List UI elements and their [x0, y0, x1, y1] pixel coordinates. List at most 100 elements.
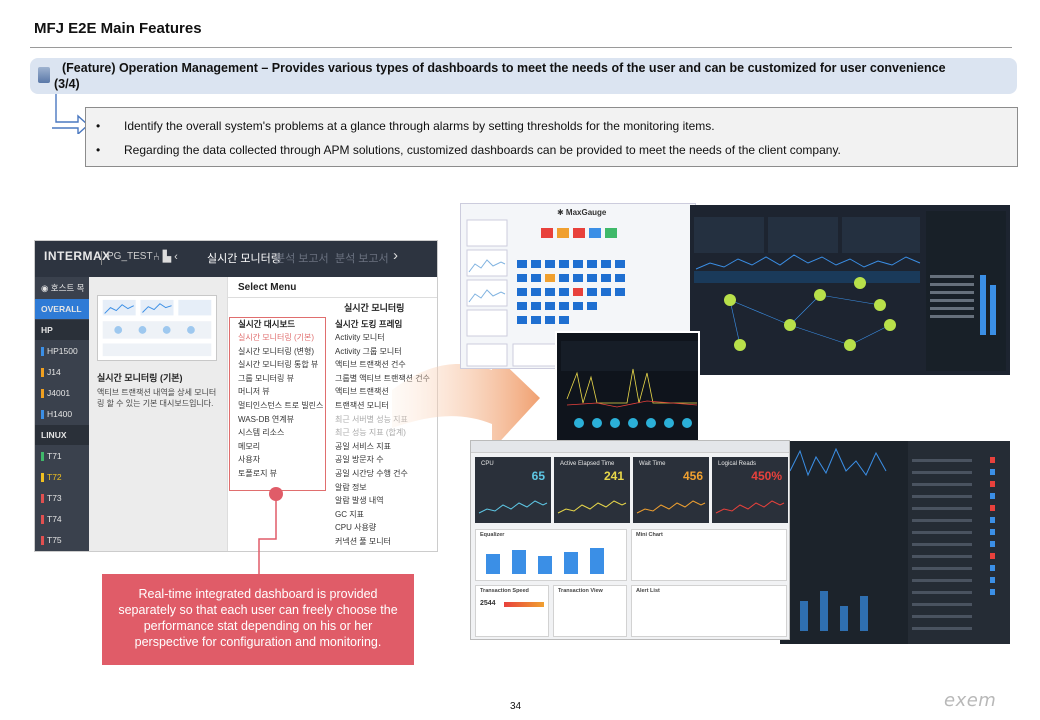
dashboard-thumbnail[interactable]	[97, 295, 217, 361]
dashboard-panel: Alert List	[631, 585, 787, 637]
menu-item[interactable]: 커넥션 풀 모니터	[335, 536, 391, 547]
status-marker	[41, 347, 44, 357]
alert-list-art	[780, 441, 1010, 644]
realtime-dashboard-screenshot: CPU 65 Active Elapsed Time 241 Wait Time 456 L…	[470, 440, 790, 640]
metric-tile-label: Wait Time	[639, 461, 666, 467]
bullet-box: • Identify the overall system's problems…	[85, 107, 1018, 167]
sidebar-item-label: HP	[41, 325, 53, 335]
equalizer-bar	[590, 548, 604, 574]
dashboard-panel-title: Transaction View	[558, 588, 603, 594]
metric-sparkline	[557, 500, 627, 514]
sidebar-item[interactable]: T72	[35, 467, 89, 487]
metric-tile-value: 65	[531, 469, 545, 483]
app-topbar: INTERMAX PG_TEST ⑃ ▙ ‹ 실시간 모니터링 분석 보고서 분…	[35, 241, 437, 277]
status-marker	[41, 410, 44, 420]
page-title: MFJ E2E Main Features	[34, 20, 202, 37]
feature-text: (Feature) Operation Management – Provide…	[54, 61, 946, 91]
sidebar-item[interactable]: T74	[35, 509, 89, 529]
dashboard-panel-title: Equalizer	[480, 532, 505, 538]
title-rule	[30, 47, 1012, 48]
page-number: 34	[510, 701, 522, 712]
tab-report-2[interactable]: 분석 보고서	[335, 250, 389, 266]
status-marker	[41, 494, 44, 504]
menu-col2-head: 실시간 도킹 프레임	[335, 319, 403, 329]
dashboard-card-area: 실시간 모니터링 (기본) 액티브 트랜잭션 내역을 상세 모니터링 할 수 있…	[89, 277, 227, 551]
sidebar-item-label: OVERALL	[41, 304, 82, 314]
dark-monitor-screenshot	[555, 331, 700, 445]
menu-item[interactable]: 공일 서비스 지표	[335, 441, 391, 452]
alert-list-screenshot	[780, 441, 1010, 644]
highlight-box	[229, 317, 326, 491]
card-title: 실시간 모니터링 (기본)	[97, 373, 183, 383]
metric-sparkline	[636, 500, 706, 514]
metric-tile-label: CPU	[481, 461, 494, 467]
intermax-screenshot: INTERMAX PG_TEST ⑃ ▙ ‹ 실시간 모니터링 분석 보고서 분…	[34, 240, 438, 552]
dashboard-panel: Equalizer	[475, 529, 627, 581]
sidebar-item[interactable]: HP1500	[35, 341, 89, 361]
sidebar-item[interactable]: T73	[35, 488, 89, 508]
sidebar-item[interactable]: T75	[35, 530, 89, 550]
dashboard-tab-strip	[471, 441, 789, 453]
status-marker	[41, 515, 44, 525]
menu-item[interactable]: 공일 시간당 수행 건수	[335, 468, 408, 479]
menu-item[interactable]: 알람 정보	[335, 482, 367, 493]
metric-sparkline	[478, 500, 548, 514]
status-marker	[41, 473, 44, 483]
sidebar-item-label: T74	[47, 514, 62, 524]
menu-item[interactable]: Activity 모니터	[335, 332, 385, 343]
dashboard-panel: Transaction View	[553, 585, 627, 637]
speed-bar	[504, 602, 544, 607]
menu-item[interactable]: 공일 방문자 수	[335, 454, 384, 465]
tab-report-1[interactable]: 분석 보고서	[275, 250, 329, 266]
metric-tile-label: Active Elapsed Time	[560, 461, 615, 467]
toolbar-icons[interactable]: ⑃ ▙ ‹	[153, 250, 178, 263]
equalizer-bar	[486, 554, 500, 574]
feature-bar: (Feature) Operation Management – Provide…	[30, 58, 1017, 94]
bullet-text-2: Regarding the data collected through APM…	[124, 143, 841, 157]
sidebar-item[interactable]: HP	[35, 320, 89, 340]
sidebar-item[interactable]: ◉ 호스트 목	[35, 278, 89, 298]
metric-tile: Logical Reads 450%	[712, 457, 788, 523]
metric-tile-value: 241	[603, 469, 624, 483]
menu-item[interactable]: 알람 발생 내역	[335, 495, 384, 506]
sidebar-item-label: HP1500	[47, 346, 78, 356]
topbar-separator	[101, 251, 102, 265]
sidebar-item[interactable]: J14	[35, 362, 89, 382]
menu-item[interactable]: 액티브 트랜잭션	[335, 386, 389, 397]
host-sidebar: ◉ 호스트 목 OVERALL HP HP1500 J14 J4001 H1400 LINUX…	[35, 277, 89, 551]
server-tab[interactable]: PG_TEST	[107, 251, 153, 262]
menu-item[interactable]: 트랜잭션 모니터	[335, 400, 389, 411]
sidebar-item-label: LINUX	[41, 430, 67, 440]
sidebar-item-label: T73	[47, 493, 62, 503]
bullet-text-1: Identify the overall system's problems a…	[124, 119, 715, 133]
sidebar-item-label: H1400	[47, 409, 73, 419]
metric-sparkline	[715, 500, 785, 514]
sidebar-item-label: J4001	[47, 388, 71, 398]
chevron-right-icon[interactable]: ›	[393, 247, 398, 264]
bullet-dot: •	[96, 143, 101, 157]
topology-dashboard-art	[694, 211, 1006, 371]
equalizer-bar	[512, 550, 526, 574]
sidebar-item[interactable]: J4001	[35, 383, 89, 403]
status-marker	[41, 452, 44, 462]
sidebar-item[interactable]: OVERALL	[35, 299, 89, 319]
status-marker	[41, 389, 44, 399]
tab-realtime[interactable]: 실시간 모니터링	[207, 250, 281, 266]
sidebar-item[interactable]: H1400	[35, 404, 89, 424]
sidebar-item[interactable]: LINUX	[35, 425, 89, 445]
menu-item[interactable]: GC 지표	[335, 509, 364, 520]
metric-tile-value: 450%	[751, 469, 782, 483]
dashboard-panel-title: Alert List	[636, 588, 660, 594]
menu-item[interactable]: CPU 사용량	[335, 522, 376, 533]
callout-box: Real-time integrated dashboard is provid…	[102, 574, 414, 665]
sidebar-item[interactable]: T71	[35, 446, 89, 466]
metric-tile: CPU 65	[475, 457, 551, 523]
sidebar-item-label: ◉ 호스트 목	[41, 283, 85, 293]
status-marker	[41, 536, 44, 546]
select-menu-title: Select Menu	[238, 282, 297, 293]
dark-monitor-art	[561, 341, 698, 428]
metric-tile-label: Logical Reads	[718, 461, 757, 467]
sidebar-item-label: T71	[47, 451, 62, 461]
dashboard-panel-title: Transaction Speed	[480, 588, 529, 594]
dashboard-panel: Transaction Speed 2544	[475, 585, 549, 637]
